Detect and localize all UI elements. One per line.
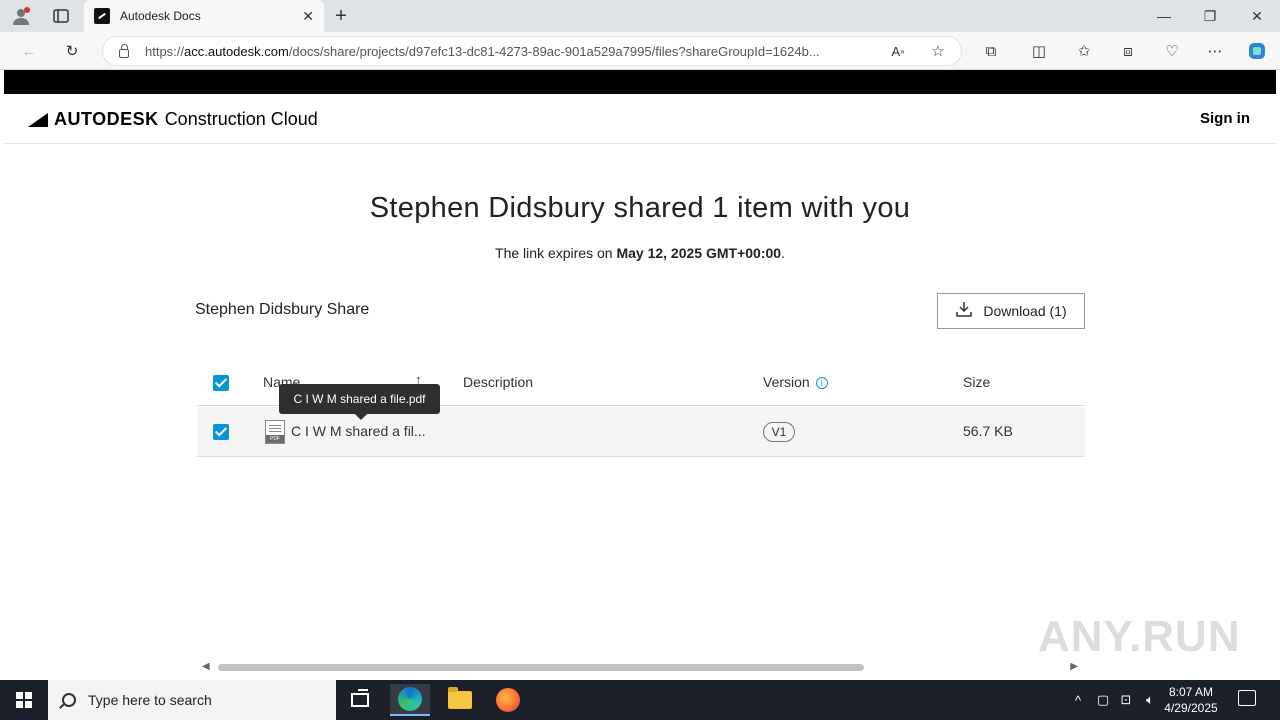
column-header-description[interactable]: Description bbox=[463, 374, 533, 390]
autodesk-logo[interactable]: AUTODESK Construction Cloud bbox=[28, 109, 318, 130]
page-title: Stephen Didsbury shared 1 item with you bbox=[369, 192, 911, 224]
restore-icon[interactable]: ❐ bbox=[1198, 6, 1222, 26]
browser-tab-strip: Autodesk Docs ✕ + — ❐ ✕ bbox=[0, 0, 1280, 32]
site-header: AUTODESK Construction Cloud Sign in bbox=[4, 94, 1276, 144]
task-view-icon bbox=[351, 689, 369, 707]
network-icon[interactable]: ⊡ bbox=[1116, 680, 1136, 720]
search-placeholder: Type here to search bbox=[88, 692, 212, 708]
tab-actions-icon[interactable] bbox=[50, 6, 72, 26]
refresh-icon[interactable]: ↻ bbox=[61, 40, 83, 62]
tab-close-icon[interactable]: ✕ bbox=[302, 8, 314, 25]
url-path: /docs/share/projects/d97efc13-dc81-4273-… bbox=[288, 43, 820, 59]
taskbar-edge[interactable] bbox=[390, 684, 430, 716]
url-prefix: https:// bbox=[145, 43, 185, 59]
info-icon[interactable]: i bbox=[815, 377, 828, 390]
clock-date: 4/29/2025 bbox=[1164, 701, 1218, 715]
share-name: Stephen Didsbury Share bbox=[195, 301, 370, 318]
clock-time: 8:07 AM bbox=[1168, 685, 1214, 699]
task-view-button[interactable] bbox=[340, 684, 380, 716]
download-button[interactable]: Download (1) bbox=[937, 293, 1085, 329]
firefox-icon bbox=[496, 688, 520, 712]
tab-autodesk-docs[interactable]: Autodesk Docs ✕ bbox=[84, 0, 324, 32]
address-bar[interactable]: https://acc.autodesk.com/docs/share/proj… bbox=[102, 36, 962, 66]
product-name: Construction Cloud bbox=[164, 109, 318, 129]
expiry-prefix: The link expires on bbox=[495, 245, 617, 261]
file-name-tooltip: C I W M shared a file.pdf bbox=[279, 384, 440, 420]
settings-more-icon[interactable]: ⋯ bbox=[1204, 40, 1226, 62]
file-size: 56.7 KB bbox=[963, 423, 1013, 439]
taskbar-search[interactable]: Type here to search bbox=[48, 680, 336, 720]
lock-icon bbox=[119, 43, 129, 58]
copilot-icon[interactable] bbox=[1246, 40, 1268, 62]
volume-icon[interactable]: 🔈︎ bbox=[1140, 680, 1160, 720]
autodesk-favicon-icon bbox=[94, 8, 110, 24]
select-all-checkbox[interactable] bbox=[213, 375, 229, 391]
windows-logo-icon bbox=[16, 692, 32, 708]
download-icon bbox=[955, 300, 973, 323]
extensions-icon[interactable]: ⧉ bbox=[980, 40, 1002, 62]
watermark: ANY.RUN bbox=[1038, 612, 1241, 661]
scroll-right-icon[interactable]: ▶ bbox=[1070, 661, 1078, 672]
taskbar-clock[interactable]: 8:07 AM 4/29/2025 bbox=[1160, 684, 1222, 716]
start-button[interactable] bbox=[0, 680, 48, 720]
window-close-icon[interactable]: ✕ bbox=[1245, 6, 1269, 26]
expiry-suffix: . bbox=[781, 245, 785, 261]
new-tab-icon[interactable]: + bbox=[330, 5, 352, 27]
minimize-icon[interactable]: — bbox=[1152, 6, 1176, 26]
edge-icon bbox=[398, 687, 422, 711]
read-aloud-icon[interactable]: A» bbox=[887, 40, 909, 62]
favorites-icon[interactable]: ✩ bbox=[1073, 40, 1095, 62]
split-screen-icon[interactable]: ◫ bbox=[1028, 40, 1050, 62]
windows-taskbar: Type here to search ^ ▢ ⊡ 🔈︎ 8:07 AM 4/2… bbox=[0, 680, 1280, 720]
tray-chevron-up-icon[interactable]: ^ bbox=[1068, 680, 1088, 720]
pdf-file-icon: PDF bbox=[265, 420, 285, 444]
performance-icon[interactable]: ♡ bbox=[1161, 40, 1183, 62]
link-expiry-text: The link expires on May 12, 2025 GMT+00:… bbox=[0, 245, 1280, 261]
version-header-label: Version bbox=[763, 374, 810, 390]
table-row[interactable]: PDF C I W M shared a fil... V1 56.7 KB bbox=[197, 407, 1085, 457]
notification-icon[interactable] bbox=[1238, 690, 1256, 706]
search-icon bbox=[62, 693, 76, 707]
autodesk-mark-icon bbox=[28, 112, 48, 127]
url-host: acc.autodesk.com bbox=[184, 43, 289, 59]
tab-title: Autodesk Docs bbox=[120, 9, 201, 23]
taskbar-file-explorer[interactable] bbox=[440, 684, 480, 716]
version-badge[interactable]: V1 bbox=[763, 422, 795, 442]
column-header-size[interactable]: Size bbox=[963, 374, 990, 390]
expiry-date: May 12, 2025 GMT+00:00 bbox=[616, 245, 782, 261]
profile-icon[interactable] bbox=[10, 6, 32, 26]
tray-device-icon[interactable]: ▢ bbox=[1094, 680, 1112, 720]
top-banner bbox=[4, 70, 1276, 94]
folder-icon bbox=[448, 687, 472, 709]
favorite-star-icon[interactable]: ☆ bbox=[927, 40, 949, 62]
taskbar-firefox[interactable] bbox=[488, 684, 528, 716]
column-header-version[interactable]: Version i bbox=[763, 374, 828, 390]
back-icon[interactable]: ← bbox=[18, 40, 40, 62]
download-label: Download (1) bbox=[983, 303, 1067, 319]
collections-icon[interactable]: ⧈ bbox=[1117, 40, 1139, 62]
file-name[interactable]: C I W M shared a fil... bbox=[291, 423, 426, 439]
sign-in-button[interactable]: Sign in bbox=[1200, 110, 1250, 127]
horizontal-scrollbar[interactable]: ◀ ▶ bbox=[200, 660, 1080, 674]
scrollbar-thumb[interactable] bbox=[218, 664, 864, 671]
scroll-left-icon[interactable]: ◀ bbox=[202, 661, 210, 672]
brand-name: AUTODESK bbox=[54, 109, 159, 129]
row-checkbox[interactable] bbox=[213, 424, 229, 440]
